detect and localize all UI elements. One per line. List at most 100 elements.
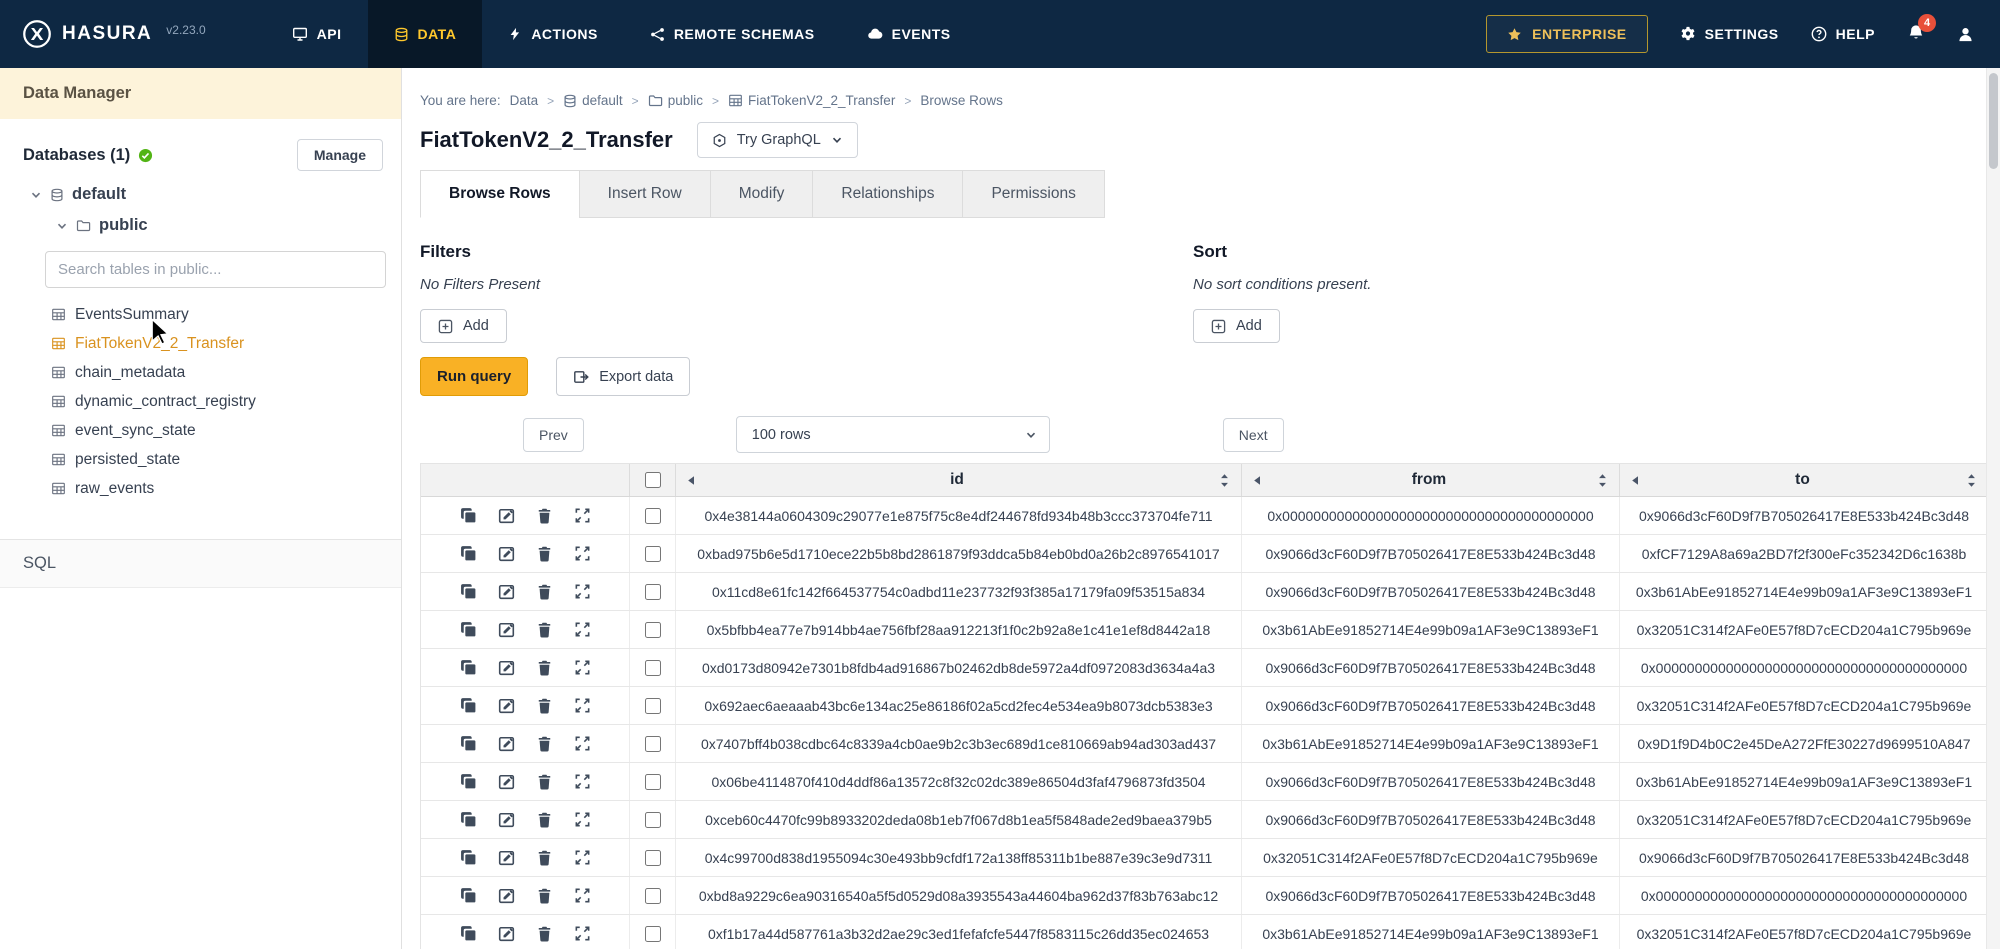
nav-item-data[interactable]: DATA: [368, 0, 483, 68]
sort-icon[interactable]: [1966, 473, 1977, 488]
row-delete-button[interactable]: [534, 695, 555, 716]
row-expand-button[interactable]: [572, 543, 593, 564]
collapse-column-icon[interactable]: [687, 475, 695, 486]
row-copy-button[interactable]: [458, 657, 479, 678]
breadcrumb-item-browse-rows[interactable]: Browse Rows: [920, 93, 1003, 108]
tab-permissions[interactable]: Permissions: [962, 170, 1104, 218]
column-header-from[interactable]: from: [1242, 464, 1620, 496]
sidebar-table-persisted_state[interactable]: persisted_state: [51, 445, 401, 474]
row-select-checkbox[interactable]: [645, 622, 661, 638]
settings-button[interactable]: SETTINGS: [1680, 26, 1779, 42]
row-select-checkbox[interactable]: [645, 812, 661, 828]
row-delete-button[interactable]: [534, 657, 555, 678]
run-query-button[interactable]: Run query: [420, 357, 528, 396]
scrollbar-thumb[interactable]: [1989, 73, 1998, 169]
vertical-scrollbar[interactable]: [1986, 68, 2000, 949]
row-expand-button[interactable]: [572, 581, 593, 602]
row-delete-button[interactable]: [534, 885, 555, 906]
row-copy-button[interactable]: [458, 695, 479, 716]
rows-per-page-select[interactable]: 100 rows: [736, 416, 1050, 453]
row-delete-button[interactable]: [534, 619, 555, 640]
row-delete-button[interactable]: [534, 543, 555, 564]
row-select-checkbox[interactable]: [645, 546, 661, 562]
breadcrumb-item-data[interactable]: Data: [510, 93, 539, 108]
row-edit-button[interactable]: [496, 733, 517, 754]
nav-item-actions[interactable]: ACTIONS: [482, 0, 624, 68]
row-select-checkbox[interactable]: [645, 888, 661, 904]
row-expand-button[interactable]: [572, 809, 593, 830]
row-select-checkbox[interactable]: [645, 584, 661, 600]
row-copy-button[interactable]: [458, 619, 479, 640]
row-copy-button[interactable]: [458, 885, 479, 906]
chevron-down-icon[interactable]: [56, 220, 68, 232]
row-edit-button[interactable]: [496, 885, 517, 906]
row-copy-button[interactable]: [458, 771, 479, 792]
row-select-checkbox[interactable]: [645, 698, 661, 714]
user-menu-button[interactable]: [1957, 26, 1974, 43]
sidebar-item-sql[interactable]: SQL: [0, 540, 401, 588]
row-select-checkbox[interactable]: [645, 736, 661, 752]
row-edit-button[interactable]: [496, 505, 517, 526]
help-button[interactable]: HELP: [1811, 26, 1875, 42]
breadcrumb-item-default[interactable]: default: [563, 93, 623, 108]
row-expand-button[interactable]: [572, 695, 593, 716]
sidebar-table-raw_events[interactable]: raw_events: [51, 474, 401, 503]
row-delete-button[interactable]: [534, 733, 555, 754]
select-all-checkbox[interactable]: [645, 472, 661, 488]
row-edit-button[interactable]: [496, 809, 517, 830]
sidebar-table-EventsSummary[interactable]: EventsSummary: [51, 300, 401, 329]
column-header-id[interactable]: id: [676, 464, 1242, 496]
row-edit-button[interactable]: [496, 581, 517, 602]
row-copy-button[interactable]: [458, 505, 479, 526]
breadcrumb-item-fiattokenv2_2_transfer[interactable]: FiatTokenV2_2_Transfer: [728, 93, 895, 108]
tab-relationships[interactable]: Relationships: [812, 170, 963, 218]
nav-item-api[interactable]: API: [266, 0, 368, 68]
notifications-button[interactable]: 4: [1907, 24, 1925, 45]
row-delete-button[interactable]: [534, 771, 555, 792]
row-copy-button[interactable]: [458, 733, 479, 754]
collapse-column-icon[interactable]: [1631, 475, 1639, 486]
row-select-checkbox[interactable]: [645, 774, 661, 790]
row-edit-button[interactable]: [496, 543, 517, 564]
nav-item-remote-schemas[interactable]: REMOTE SCHEMAS: [624, 0, 841, 68]
row-delete-button[interactable]: [534, 809, 555, 830]
row-delete-button[interactable]: [534, 847, 555, 868]
hasura-logo[interactable]: HASURA v2.23.0: [0, 0, 220, 68]
row-expand-button[interactable]: [572, 885, 593, 906]
sidebar-table-event_sync_state[interactable]: event_sync_state: [51, 416, 401, 445]
row-edit-button[interactable]: [496, 657, 517, 678]
row-expand-button[interactable]: [572, 923, 593, 944]
breadcrumb-item-public[interactable]: public: [648, 93, 703, 108]
row-edit-button[interactable]: [496, 847, 517, 868]
try-graphql-button[interactable]: Try GraphQL: [697, 122, 858, 158]
row-expand-button[interactable]: [572, 657, 593, 678]
sidebar-item-database-default[interactable]: default: [0, 179, 401, 210]
row-edit-button[interactable]: [496, 771, 517, 792]
sidebar-table-dynamic_contract_registry[interactable]: dynamic_contract_registry: [51, 387, 401, 416]
row-expand-button[interactable]: [572, 733, 593, 754]
next-page-button[interactable]: Next: [1223, 418, 1284, 452]
sidebar-item-schema-public[interactable]: public: [0, 210, 401, 241]
row-select-checkbox[interactable]: [645, 508, 661, 524]
sidebar-table-FiatTokenV2_2_Transfer[interactable]: FiatTokenV2_2_Transfer: [51, 329, 401, 358]
row-copy-button[interactable]: [458, 543, 479, 564]
row-copy-button[interactable]: [458, 581, 479, 602]
row-expand-button[interactable]: [572, 847, 593, 868]
enterprise-button[interactable]: ENTERPRISE: [1486, 15, 1647, 53]
row-edit-button[interactable]: [496, 923, 517, 944]
tab-browse-rows[interactable]: Browse Rows: [420, 170, 580, 218]
sidebar-table-chain_metadata[interactable]: chain_metadata: [51, 358, 401, 387]
row-copy-button[interactable]: [458, 923, 479, 944]
nav-item-events[interactable]: EVENTS: [841, 0, 977, 68]
manage-button[interactable]: Manage: [297, 139, 383, 171]
export-data-button[interactable]: Export data: [556, 357, 690, 396]
row-delete-button[interactable]: [534, 581, 555, 602]
sort-icon[interactable]: [1597, 473, 1608, 488]
add-filter-button[interactable]: Add: [420, 309, 507, 343]
sort-icon[interactable]: [1219, 473, 1230, 488]
prev-page-button[interactable]: Prev: [523, 418, 584, 452]
collapse-column-icon[interactable]: [1253, 475, 1261, 486]
table-search-input[interactable]: [45, 251, 386, 288]
row-expand-button[interactable]: [572, 619, 593, 640]
row-copy-button[interactable]: [458, 847, 479, 868]
